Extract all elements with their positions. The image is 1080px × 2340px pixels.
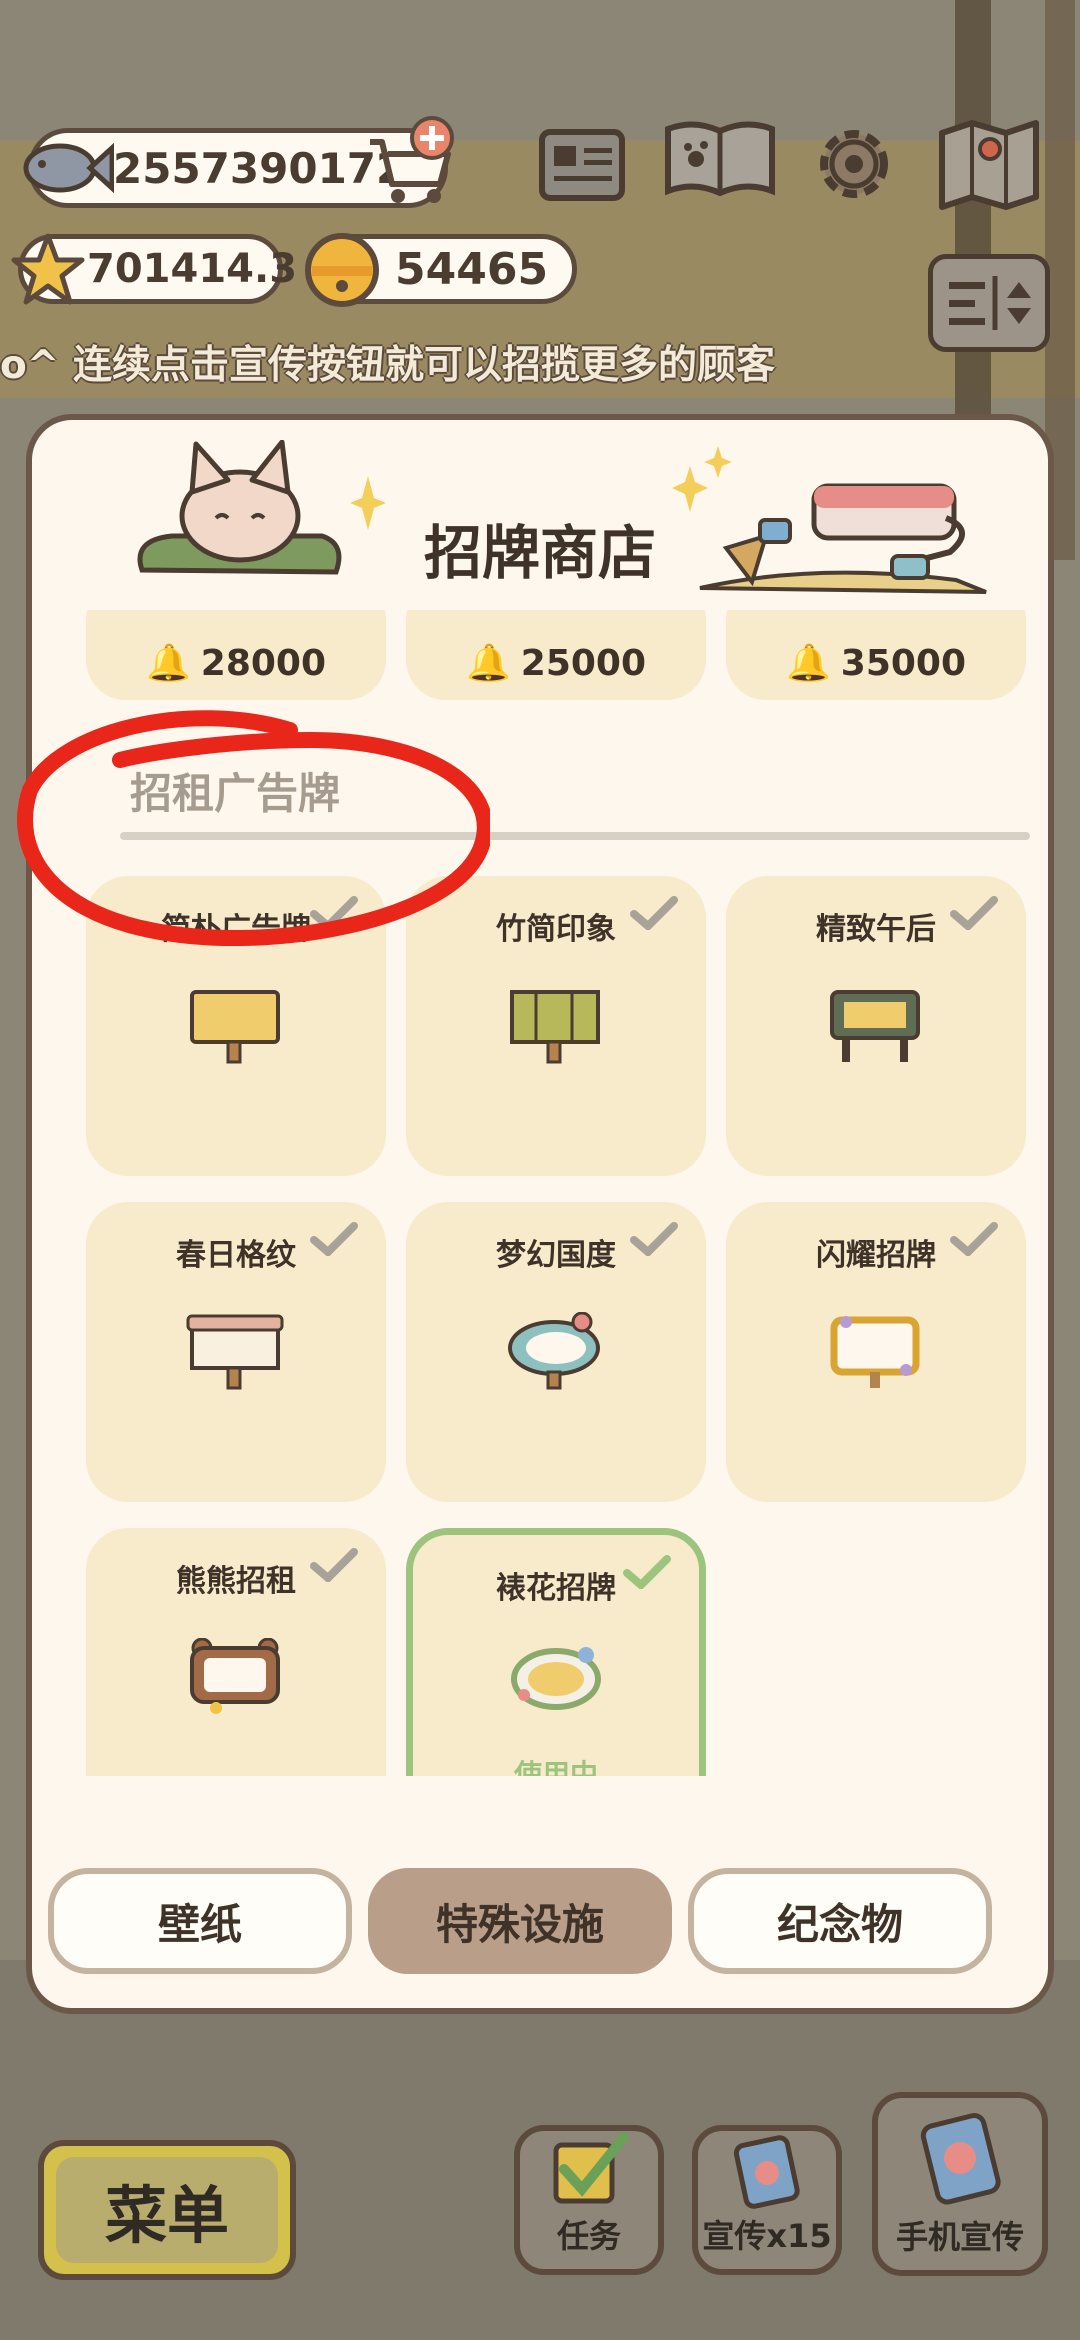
sign-item-card[interactable]: 梦幻国度 xyxy=(406,1202,706,1502)
annotation-circle xyxy=(17,710,490,946)
tab-special-facilities[interactable]: 特殊设施 xyxy=(368,1868,672,1974)
paw-book-icon xyxy=(665,121,775,197)
check-icon xyxy=(623,1555,671,1589)
tab-wallpaper[interactable]: 壁纸 xyxy=(48,1868,352,1974)
shop-cart-add-icon[interactable] xyxy=(360,112,460,212)
check-icon xyxy=(630,1222,678,1256)
tab-souvenirs[interactable]: 纪念物 xyxy=(688,1868,992,1974)
settings-button[interactable] xyxy=(806,116,902,212)
sign-item-card[interactable]: 闪耀招牌 xyxy=(726,1202,1026,1502)
menu-button[interactable]: 菜单 xyxy=(38,2140,296,2280)
sign-item-card[interactable]: 熊熊招租 xyxy=(86,1528,386,1776)
newspaper-icon xyxy=(539,129,625,201)
tasks-button[interactable]: 任务 xyxy=(514,2125,664,2275)
phone-promo-icon xyxy=(920,2113,1001,2205)
sign-item-card-selected[interactable]: 裱花招牌 使用中 xyxy=(406,1528,706,1776)
golden-frame-sign-icon xyxy=(830,1316,920,1388)
framed-sign-icon xyxy=(830,990,920,1062)
bear-sign-icon xyxy=(190,1638,280,1714)
promo-marquee-text: o^ 连续点击宣传按钮就可以招揽更多的顾客 xyxy=(0,343,776,388)
bell-icon: 🔔 xyxy=(465,643,511,684)
sign-shop-modal: 招牌商店 🔔 28000 🔔 25000 🔔 35000 招租广告牌 简朴广告牌… xyxy=(26,414,1054,2014)
bell-icon: 🔔 xyxy=(785,643,831,684)
wooden-sign-icon xyxy=(190,990,280,1064)
star-count: 701414.3 xyxy=(87,246,298,292)
price-card[interactable]: 🔔 25000 xyxy=(406,610,706,700)
bamboo-sign-icon xyxy=(510,990,600,1064)
paint-roller-icon xyxy=(699,483,987,594)
sort-icon xyxy=(949,276,1031,330)
gear-icon xyxy=(820,130,888,198)
map-button[interactable] xyxy=(934,110,1044,216)
promo-label: 宣传x15 xyxy=(702,2217,832,2255)
bell-icon xyxy=(305,233,379,307)
bell-icon: 🔔 xyxy=(145,643,191,684)
check-icon xyxy=(310,1548,358,1582)
sign-item-card[interactable]: 精致午后 xyxy=(726,876,1026,1176)
flower-sign-icon xyxy=(511,1647,601,1710)
phone-promo-label: 手机宣传 xyxy=(895,2218,1024,2256)
phone-promo-button[interactable]: 手机宣传 xyxy=(872,2092,1048,2276)
bell-count: 54465 xyxy=(395,243,549,295)
mushroom-sign-icon xyxy=(508,1312,600,1390)
menu-label: 菜单 xyxy=(56,2157,278,2263)
check-icon xyxy=(950,896,998,930)
sign-item-card[interactable]: 春日格纹 xyxy=(86,1202,386,1502)
price-card[interactable]: 🔔 28000 xyxy=(86,610,386,700)
map-icon xyxy=(939,120,1039,210)
task-check-icon xyxy=(553,2132,629,2204)
in-use-label: 使用中 xyxy=(513,1758,598,1776)
price-value: 25000 xyxy=(520,643,647,684)
check-icon xyxy=(630,896,678,930)
promo-button[interactable]: 宣传x15 xyxy=(692,2125,842,2275)
newspaper-button[interactable] xyxy=(534,118,630,214)
check-icon xyxy=(310,1222,358,1256)
price-value: 28000 xyxy=(200,643,327,684)
fish-icon xyxy=(23,142,114,194)
plaid-sign-icon xyxy=(186,1314,284,1390)
star-icon xyxy=(11,233,85,305)
check-icon xyxy=(950,1222,998,1256)
price-card[interactable]: 🔔 35000 xyxy=(726,610,1026,700)
promo-card-icon xyxy=(733,2135,800,2209)
price-value: 35000 xyxy=(840,643,967,684)
tasks-label: 任务 xyxy=(556,2217,621,2255)
paw-book-button[interactable] xyxy=(660,112,780,208)
